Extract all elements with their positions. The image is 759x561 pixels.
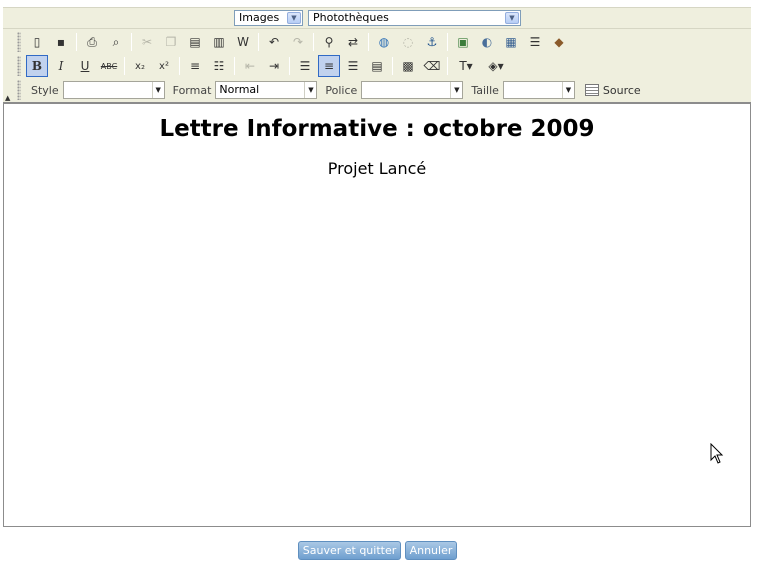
toolbar-grip[interactable] [17, 56, 21, 76]
source-button[interactable]: Source [584, 83, 641, 97]
paste-word-icon[interactable]: W [232, 31, 254, 53]
separator [392, 57, 393, 75]
form-actions: Sauver et quitter Annuler [0, 541, 759, 560]
strikethrough-icon[interactable]: ABC [98, 55, 120, 77]
subscript-icon[interactable]: x₂ [129, 55, 151, 77]
cancel-button[interactable]: Annuler [405, 541, 457, 560]
bold-icon[interactable]: B [26, 55, 48, 77]
show-blocks-icon[interactable]: ▩ [397, 55, 419, 77]
toolbar-grip[interactable] [17, 32, 21, 52]
toolbar-row-3: Style ▼ Format Normal ▼ Police ▼ Taille … [17, 78, 641, 102]
separator [313, 33, 314, 51]
document-title: Lettre Informative : octobre 2009 [159, 116, 595, 142]
collapse-toolbar-icon[interactable]: ▲ [5, 95, 12, 102]
cut-icon[interactable]: ✂ [136, 31, 158, 53]
align-justify-icon[interactable]: ▤ [366, 55, 388, 77]
style-label: Style [31, 83, 59, 97]
font-label: Police [325, 83, 358, 97]
replace-icon[interactable]: ⇄ [342, 31, 364, 53]
separator [131, 33, 132, 51]
separator [179, 57, 180, 75]
image-icon[interactable]: ▣ [452, 31, 474, 53]
chevron-down-icon: ▼ [505, 12, 519, 24]
print-icon[interactable]: ⎙ [81, 31, 103, 53]
library-select[interactable]: Photothèques ▼ [308, 10, 521, 26]
table-icon[interactable]: ▦ [500, 31, 522, 53]
link-icon[interactable]: ◍ [373, 31, 395, 53]
copy-icon[interactable]: ❐ [160, 31, 182, 53]
size-label: Taille [471, 83, 499, 97]
font-combo[interactable]: ▼ [361, 81, 464, 99]
text-color-icon[interactable]: T▾ [452, 55, 480, 77]
chevron-down-icon: ▼ [450, 82, 462, 98]
align-left-icon[interactable]: ☰ [294, 55, 316, 77]
horizontal-rule-icon[interactable]: ☰ [524, 31, 546, 53]
editor-content-area[interactable]: Lettre Informative : octobre 2009 Projet… [3, 102, 751, 527]
size-combo[interactable]: ▼ [502, 81, 575, 99]
save-and-quit-button[interactable]: Sauver et quitter [298, 541, 401, 560]
mouse-cursor-icon [710, 443, 724, 464]
source-label: Source [602, 83, 641, 97]
unlink-icon[interactable]: ◌ [397, 31, 419, 53]
flash-icon[interactable]: ◐ [476, 31, 498, 53]
separator [234, 57, 235, 75]
toolbar-row-2: B I U ABC x₂ x² ≡ ☷ ⇤ ⇥ ☰ ≡ ☰ ▤ ▩ ⌫ T▾ ◈… [17, 54, 511, 78]
style-combo[interactable]: ▼ [62, 81, 165, 99]
special-char-icon[interactable]: ◆ [548, 31, 570, 53]
chevron-down-icon: ▼ [151, 82, 164, 98]
toolbar-row-1: ▯ ▪ ⎙ ⌕ ✂ ❐ ▤ ▥ W ↶ ↷ ⚲ ⇄ ◍ ◌ ⚓ ▣ ◐ ▦ ☰ … [17, 30, 571, 54]
separator [368, 33, 369, 51]
format-combo[interactable]: Normal ▼ [215, 81, 318, 99]
separator [447, 33, 448, 51]
new-page-icon[interactable]: ▯ [26, 31, 48, 53]
document-subtitle: Projet Lancé [327, 159, 427, 178]
remove-format-icon[interactable]: ⌫ [421, 55, 443, 77]
outdent-icon[interactable]: ⇤ [239, 55, 261, 77]
underline-icon[interactable]: U [74, 55, 96, 77]
editor-toolbar: ▲ ▯ ▪ ⎙ ⌕ ✂ ❐ ▤ ▥ W ↶ ↷ ⚲ ⇄ ◍ ◌ ⚓ ▣ ◐ ▦ … [3, 28, 751, 102]
toolbar-grip[interactable] [17, 80, 21, 100]
separator [76, 33, 77, 51]
save-icon[interactable]: ▪ [50, 31, 72, 53]
undo-icon[interactable]: ↶ [263, 31, 285, 53]
align-center-icon[interactable]: ≡ [318, 55, 340, 77]
align-right-icon[interactable]: ☰ [342, 55, 364, 77]
superscript-icon[interactable]: x² [153, 55, 175, 77]
source-icon [584, 84, 599, 96]
media-type-select[interactable]: Images ▼ [234, 10, 303, 26]
paste-text-icon[interactable]: ▥ [208, 31, 230, 53]
format-label: Format [172, 83, 212, 97]
separator [289, 57, 290, 75]
chevron-down-icon: ▼ [287, 12, 301, 24]
find-icon[interactable]: ⚲ [318, 31, 340, 53]
separator [124, 57, 125, 75]
chevron-down-icon: ▼ [304, 82, 316, 98]
italic-icon[interactable]: I [50, 55, 72, 77]
anchor-icon[interactable]: ⚓ [421, 31, 443, 53]
chevron-down-icon: ▼ [561, 82, 574, 98]
separator [447, 57, 448, 75]
indent-icon[interactable]: ⇥ [263, 55, 285, 77]
numbered-list-icon[interactable]: ≡ [184, 55, 206, 77]
paste-icon[interactable]: ▤ [184, 31, 206, 53]
bulleted-list-icon[interactable]: ☷ [208, 55, 230, 77]
separator [258, 33, 259, 51]
redo-icon[interactable]: ↷ [287, 31, 309, 53]
preview-icon[interactable]: ⌕ [105, 31, 127, 53]
background-color-icon[interactable]: ◈▾ [482, 55, 510, 77]
media-selector-bar: Images ▼ Photothèques ▼ [3, 7, 751, 28]
